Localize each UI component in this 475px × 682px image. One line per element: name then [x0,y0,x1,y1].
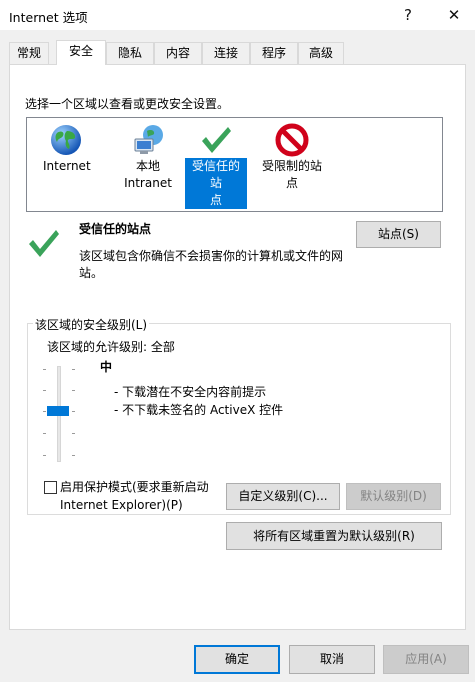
slider-tick [43,433,46,434]
slider-tick [43,455,46,456]
zone-restricted-label-line2: 点 [285,176,298,190]
reset-all-zones-button[interactable]: 将所有区域重置为默认级别(R) [226,522,442,550]
help-button[interactable]: ? [388,0,428,30]
protected-mode-label[interactable]: 启用保护模式(要求重新启动 Internet Explorer)(P) [60,478,220,514]
tab-privacy[interactable]: 隐私 [106,42,154,64]
zone-trusted-sites[interactable]: 受信任的站 点 [183,118,249,213]
sites-button[interactable]: 站点(S) [356,221,441,248]
zone-intranet-label-line2: Intranet [124,176,172,190]
tab-programs[interactable]: 程序 [250,42,298,64]
zone-description: 该区域包含你确信不会损害你的计算机或文件的网站。 [79,249,344,280]
tab-advanced[interactable]: 高级 [298,42,344,64]
slider-tick [43,390,46,391]
zone-prompt: 选择一个区域以查看或更改安全设置。 [25,97,230,111]
title-bar: Internet 选项 ? ✕ [0,0,475,30]
default-level-button[interactable]: 默认级别(D) [346,483,441,510]
tab-general[interactable]: 常规 [9,42,49,64]
tab-connections[interactable]: 连接 [202,42,250,64]
slider-tick [72,411,75,412]
zone-trusted-label-line1: 受信任的站 [191,159,240,190]
restricted-icon [275,123,309,157]
internet-options-dialog: Internet 选项 ? ✕ 常规 安全 隐私 内容 连接 程序 高级 选择一… [0,0,475,682]
zone-internet[interactable]: Internet [33,118,99,213]
apply-button[interactable]: 应用(A) [383,645,469,674]
zone-list[interactable]: Internet 本地 Intranet 受信任的站 点 受限制的站 点 [26,117,443,212]
globe-icon [51,125,81,155]
protected-mode-label-line1: 启用保护模式(要求重新启动 [60,480,209,494]
close-button[interactable]: ✕ [434,0,474,30]
slider-tick [72,455,75,456]
ok-button[interactable]: 确定 [194,645,280,674]
level-name: 中 [100,360,113,374]
tab-security[interactable]: 安全 [56,40,106,65]
level-description-line: - 下载潜在不安全内容前提示 [114,385,267,399]
tab-content[interactable]: 内容 [154,42,202,64]
zone-trusted-label-line2: 点 [209,193,222,207]
slider-thumb[interactable] [47,406,69,416]
slider-tick [72,369,75,370]
slider-tick [72,433,75,434]
window-title: Internet 选项 [9,10,88,25]
slider-tick [43,369,46,370]
security-level-group-label: 该区域的安全级别(L) [33,316,150,333]
zone-restricted-sites[interactable]: 受限制的站 点 [257,118,327,213]
trusted-checkmark-icon [29,230,59,257]
protected-mode-label-line2: Internet Explorer)(P) [60,498,183,512]
zone-intranet-label-line1: 本地 [135,159,160,173]
checkmark-icon [202,127,231,153]
protected-mode-checkbox[interactable] [44,481,57,494]
slider-tick [43,411,46,412]
custom-level-button[interactable]: 自定义级别(C)... [226,483,340,510]
zone-internet-label: Internet [43,159,91,173]
level-description-line: - 不下载未签名的 ActiveX 控件 [114,403,284,417]
allowed-levels-text: 该区域的允许级别: 全部 [47,340,175,354]
zone-title: 受信任的站点 [79,222,152,236]
zone-local-intranet[interactable]: 本地 Intranet [115,118,181,213]
intranet-icon [134,125,163,154]
zone-restricted-label-line1: 受限制的站 [261,159,322,173]
cancel-button[interactable]: 取消 [289,645,375,674]
slider-tick [72,390,75,391]
